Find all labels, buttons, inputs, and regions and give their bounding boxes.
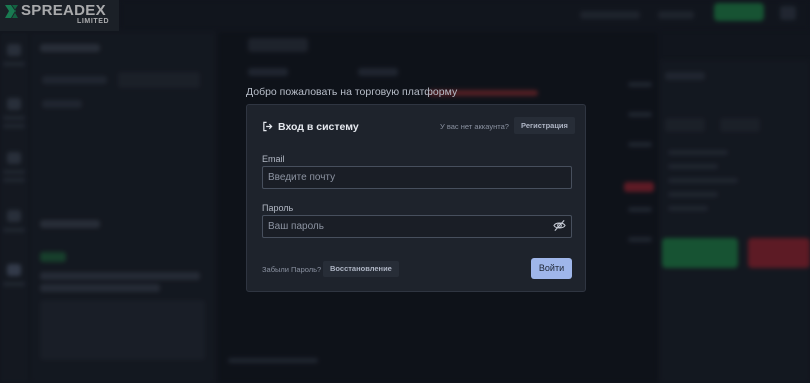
- password-label: Пароль: [262, 203, 294, 213]
- login-title: Вход в систему: [278, 121, 359, 133]
- forgot-password-text: Забыли Пароль?: [262, 265, 322, 274]
- login-arrow-icon: [263, 121, 273, 132]
- password-field[interactable]: [262, 215, 572, 238]
- login-modal: Вход в систему У вас нет аккаунта? Регис…: [246, 104, 586, 292]
- welcome-text: Добро пожаловать на торговую платформу: [246, 86, 458, 98]
- email-field[interactable]: [262, 166, 572, 189]
- no-account-text: У вас нет аккаунта?: [440, 122, 509, 131]
- register-button[interactable]: Регистрация: [514, 117, 575, 134]
- login-submit-button[interactable]: Войти: [531, 258, 572, 279]
- email-label: Email: [262, 154, 285, 164]
- eye-off-icon[interactable]: [553, 219, 566, 232]
- restore-password-button[interactable]: Восстановление: [323, 261, 399, 277]
